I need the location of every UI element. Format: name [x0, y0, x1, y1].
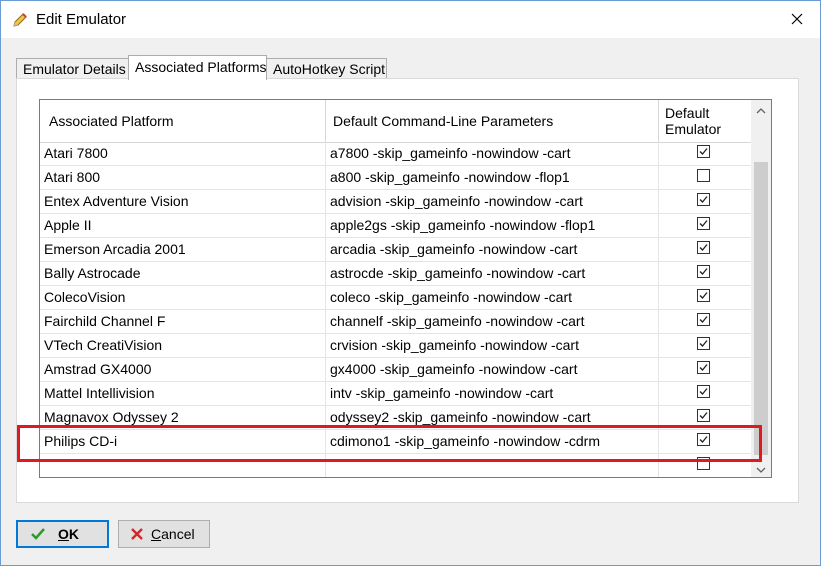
chevron-down-icon — [756, 460, 766, 476]
edit-emulator-dialog: Edit Emulator Emulator Details Associate… — [0, 0, 821, 566]
params-cell[interactable]: coleco -skip_gameinfo -nowindow -cart — [326, 286, 659, 309]
default-emulator-checkbox[interactable] — [697, 193, 710, 206]
default-cell — [659, 190, 752, 213]
grid-header: Associated Platform Default Command-Line… — [40, 100, 752, 143]
params-cell[interactable]: gx4000 -skip_gameinfo -nowindow -cart — [326, 358, 659, 381]
x-icon — [129, 526, 145, 542]
platform-cell[interactable]: Magnavox Odyssey 2 — [40, 406, 326, 429]
vertical-scrollbar[interactable] — [751, 100, 771, 477]
default-cell — [659, 406, 752, 429]
default-emulator-checkbox[interactable] — [697, 361, 710, 374]
default-emulator-checkbox[interactable] — [697, 385, 710, 398]
column-header-default-line1: Default — [665, 105, 710, 121]
default-cell — [659, 142, 752, 165]
close-icon — [791, 12, 803, 28]
default-emulator-checkbox[interactable] — [697, 457, 710, 470]
table-row[interactable]: Fairchild Channel Fchannelf -skip_gamein… — [40, 310, 752, 334]
default-cell — [659, 454, 752, 477]
platform-cell[interactable]: Atari 7800 — [40, 142, 326, 165]
params-cell[interactable]: odyssey2 -skip_gameinfo -nowindow -cart — [326, 406, 659, 429]
platform-cell[interactable]: Fairchild Channel F — [40, 310, 326, 333]
table-row[interactable]: Philips CD-i cdimono1 -skip_gameinfo -now… — [40, 430, 752, 454]
table-row[interactable]: Atari 7800 a7800 -skip_gameinfo -nowindow… — [40, 142, 752, 166]
scroll-thumb[interactable] — [754, 162, 768, 455]
table-row[interactable]: Apple II apple2gs -skip_gameinfo -nowindo… — [40, 214, 752, 238]
tab-autohotkey-script[interactable]: AutoHotkey Script — [266, 58, 387, 79]
default-cell — [659, 358, 752, 381]
default-cell — [659, 334, 752, 357]
table-row[interactable]: Entex Adventure Vision advision -skip_gam… — [40, 190, 752, 214]
default-emulator-checkbox[interactable] — [697, 145, 710, 158]
default-cell — [659, 382, 752, 405]
params-cell[interactable]: a800 -skip_gameinfo -nowindow -flop1 — [326, 166, 659, 189]
tab-associated-platforms[interactable]: Associated Platforms — [128, 55, 267, 80]
default-emulator-checkbox[interactable] — [697, 313, 710, 326]
platform-cell[interactable]: Amstrad GX4000 — [40, 358, 326, 381]
ok-label: OK — [58, 526, 80, 542]
cancel-button[interactable]: Cancel — [118, 520, 210, 548]
platform-cell[interactable]: Apple II — [40, 214, 326, 237]
platform-cell[interactable] — [40, 454, 326, 477]
platform-cell[interactable]: ColecoVision — [40, 286, 326, 309]
platform-cell[interactable]: VTech CreatiVision — [40, 334, 326, 357]
params-cell[interactable]: arcadia -skip_gameinfo -nowindow -cart — [326, 238, 659, 261]
table-row[interactable]: Bally Astrocade astrocde -skip_gameinfo -… — [40, 262, 752, 286]
platform-cell[interactable]: Emerson Arcadia 2001 — [40, 238, 326, 261]
default-cell — [659, 430, 752, 453]
default-cell — [659, 214, 752, 237]
params-cell[interactable]: astrocde -skip_gameinfo -nowindow -cart — [326, 262, 659, 285]
table-row[interactable]: Atari 800 a800 -skip_gameinfo -nowindow -… — [40, 166, 752, 190]
params-cell[interactable]: channelf -skip_gameinfo -nowindow -cart — [326, 310, 659, 333]
window-title: Edit Emulator — [36, 11, 127, 28]
table-row[interactable]: Emerson Arcadia 2001 arcadia -skip_gamein… — [40, 238, 752, 262]
table-row[interactable]: VTech CreatiVision crvision -skip_gameinf… — [40, 334, 752, 358]
params-cell[interactable]: intv -skip_gameinfo -nowindow -cart — [326, 382, 659, 405]
platform-cell[interactable]: Mattel Intellivision — [40, 382, 326, 405]
params-cell[interactable]: a7800 -skip_gameinfo -nowindow -cart — [326, 142, 659, 165]
tab-emulator-details[interactable]: Emulator Details — [16, 58, 129, 79]
params-cell[interactable] — [326, 454, 659, 477]
scroll-down-button[interactable] — [751, 459, 771, 477]
table-row[interactable]: Mattel Intellivision intv -skip_gameinfo … — [40, 382, 752, 406]
table-row[interactable]: Magnavox Odyssey 2 odyssey2 -skip_gameinf… — [40, 406, 752, 430]
default-emulator-checkbox[interactable] — [697, 265, 710, 278]
params-cell[interactable]: cdimono1 -skip_gameinfo -nowindow -cdrm — [326, 430, 659, 453]
default-cell — [659, 286, 752, 309]
default-cell — [659, 262, 752, 285]
close-button[interactable] — [774, 1, 820, 38]
default-emulator-checkbox[interactable] — [697, 217, 710, 230]
title-bar: Edit Emulator — [1, 1, 820, 38]
cancel-label: Cancel — [151, 526, 195, 542]
default-emulator-checkbox[interactable] — [697, 337, 710, 350]
platform-cell[interactable]: Philips CD-i — [40, 430, 326, 453]
params-cell[interactable]: advision -skip_gameinfo -nowindow -cart — [326, 190, 659, 213]
table-row[interactable]: Amstrad GX4000 gx4000 -skip_gameinfo -now… — [40, 358, 752, 382]
default-emulator-checkbox[interactable] — [697, 169, 710, 182]
default-emulator-checkbox[interactable] — [697, 289, 710, 302]
column-header-default-line2: Emulator — [665, 121, 722, 137]
default-cell — [659, 310, 752, 333]
column-header-platform[interactable]: Associated Platform — [40, 100, 326, 142]
scroll-up-button[interactable] — [751, 100, 771, 118]
platforms-grid: Associated Platform Default Command-Line… — [39, 99, 772, 478]
check-icon — [30, 526, 46, 542]
params-cell[interactable]: crvision -skip_gameinfo -nowindow -cart — [326, 334, 659, 357]
ok-button[interactable]: OK — [16, 520, 109, 548]
default-emulator-checkbox[interactable] — [697, 241, 710, 254]
default-cell — [659, 238, 752, 261]
platform-cell[interactable]: Entex Adventure Vision — [40, 190, 326, 213]
column-header-params[interactable]: Default Command-Line Parameters — [326, 100, 659, 142]
column-header-default[interactable]: Default Emulator — [659, 100, 752, 142]
platform-cell[interactable]: Atari 800 — [40, 166, 326, 189]
table-row[interactable] — [40, 454, 752, 477]
chevron-up-icon — [756, 101, 766, 117]
default-emulator-checkbox[interactable] — [697, 433, 710, 446]
default-cell — [659, 166, 752, 189]
table-row[interactable]: ColecoVision coleco -skip_gameinfo -nowin… — [40, 286, 752, 310]
pencil-icon — [11, 11, 29, 29]
params-cell[interactable]: apple2gs -skip_gameinfo -nowindow -flop1 — [326, 214, 659, 237]
default-emulator-checkbox[interactable] — [697, 409, 710, 422]
platform-cell[interactable]: Bally Astrocade — [40, 262, 326, 285]
